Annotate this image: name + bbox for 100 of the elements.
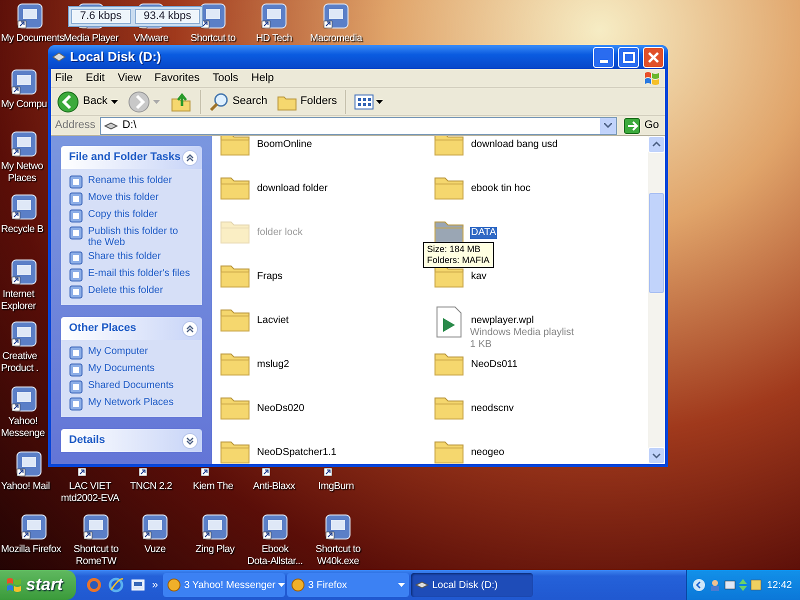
- program-icon: [10, 258, 38, 286]
- taskbar-button[interactable]: 3 Yahoo! Messenger: [163, 573, 286, 597]
- maximize-button[interactable]: [618, 46, 639, 68]
- network-icon: [724, 579, 736, 591]
- desktop-icon-label[interactable]: TNCN 2.2: [130, 481, 172, 493]
- task-icon: [69, 175, 83, 189]
- desktop-icon-label[interactable]: Media Player: [64, 33, 118, 45]
- desktop-icon-label[interactable]: Shortcut to: [190, 33, 236, 45]
- file-name[interactable]: kav: [470, 271, 488, 283]
- desktop-icon-label[interactable]: LAC VIET mtd2002-EVA: [60, 481, 120, 505]
- browser-e-icon: [108, 577, 124, 593]
- task-link[interactable]: My Computer: [88, 346, 148, 357]
- desktop-icon-label[interactable]: VMware: [134, 33, 168, 45]
- task-link[interactable]: Move this folder: [88, 192, 159, 203]
- file-name[interactable]: neodscnv: [470, 403, 515, 415]
- shortcut-arrow-icon: [201, 468, 209, 476]
- file-size: 1 KB: [470, 339, 493, 351]
- close-button[interactable]: [643, 46, 664, 68]
- taskbar-button[interactable]: Local Disk (D:): [411, 573, 534, 597]
- minimize-icon: [600, 60, 608, 62]
- file-name[interactable]: DATA: [470, 227, 498, 239]
- file-name[interactable]: ebook tin hoc: [470, 183, 532, 195]
- task-link[interactable]: My Network Places: [88, 397, 174, 408]
- task-link[interactable]: Shared Documents: [88, 380, 174, 391]
- task-link[interactable]: Publish this folder to the Web: [88, 226, 194, 248]
- program-icon: [260, 2, 288, 30]
- forward-button[interactable]: [126, 88, 162, 114]
- desktop-icon-label[interactable]: ImgBurn: [318, 481, 354, 493]
- drive-icon: [52, 52, 66, 62]
- desktop-icon-label[interactable]: My Compu: [0, 99, 47, 111]
- minimize-button[interactable]: [593, 46, 614, 68]
- search-icon: [209, 92, 230, 112]
- desktop-icon-label[interactable]: My Netwo Places: [0, 161, 44, 185]
- task-icon: [69, 397, 83, 411]
- file-name[interactable]: neogeo: [470, 447, 506, 459]
- file-name[interactable]: Lacviet: [256, 315, 290, 327]
- desktop-icon-label[interactable]: Anti-Blaxx: [252, 481, 295, 493]
- file-name[interactable]: NeoDs011: [470, 359, 519, 371]
- desktop-icon-label[interactable]: HD Tech: [256, 33, 292, 45]
- file-name[interactable]: Fraps: [256, 271, 284, 283]
- scrollbar[interactable]: [648, 136, 665, 464]
- task-icon: [69, 363, 83, 377]
- shortcut-arrow-icon: [324, 468, 332, 476]
- desktop-icon-label[interactable]: Yahoo! Messenge: [0, 416, 45, 440]
- program-icon: [201, 513, 229, 541]
- dropdown-button[interactable]: [600, 118, 616, 134]
- scroll-thumb[interactable]: [649, 193, 664, 293]
- program-icon: [322, 2, 350, 30]
- file-name[interactable]: download bang usd: [470, 139, 559, 151]
- task-link[interactable]: E-mail this folder's files: [88, 268, 190, 279]
- desktop-icon-label[interactable]: My Documents: [0, 33, 64, 45]
- person-icon: [708, 579, 721, 591]
- task-link[interactable]: Delete this folder: [88, 285, 164, 296]
- folders-button[interactable]: Folders: [275, 88, 340, 114]
- desktop-icon-label[interactable]: Ebook Dota-Allstar...: [247, 544, 303, 568]
- panel-header[interactable]: Other Places: [61, 317, 202, 340]
- menu-item[interactable]: Help: [251, 70, 274, 86]
- program-icon: [16, 2, 44, 30]
- file-name[interactable]: NeoDs020: [256, 403, 306, 415]
- file-name[interactable]: newplayer.wpl: [470, 315, 535, 327]
- task-link[interactable]: Share this folder: [88, 251, 161, 262]
- file-name[interactable]: NeoDSpatcher1.1: [256, 447, 338, 459]
- desktop-icon-label[interactable]: Internet Explorer: [0, 289, 36, 313]
- program-icon: [15, 450, 43, 478]
- menu-item[interactable]: Favorites: [154, 70, 200, 86]
- file-type: Windows Media playlist: [470, 327, 574, 339]
- windows-logo-icon: [6, 577, 22, 593]
- menu-item[interactable]: View: [118, 70, 142, 86]
- menu-item[interactable]: File: [55, 70, 73, 86]
- taskbar-button[interactable]: 3 Firefox: [287, 573, 410, 597]
- desktop-icon-label[interactable]: Vuze: [144, 544, 166, 556]
- search-button[interactable]: Search: [207, 88, 270, 114]
- task-link[interactable]: My Documents: [88, 363, 155, 374]
- menu-item[interactable]: Edit: [86, 70, 105, 86]
- caret-icon: [153, 100, 160, 104]
- desktop-icon-label[interactable]: Creative Product .: [0, 351, 38, 375]
- file-name[interactable]: mslug2: [256, 359, 290, 371]
- desktop-icon-label[interactable]: Kiem The: [192, 481, 234, 493]
- desktop-icon-label[interactable]: Shortcut to W40k.exe: [315, 544, 361, 568]
- task-link[interactable]: Copy this folder: [88, 209, 158, 220]
- program-icon: [324, 513, 352, 541]
- desktop-icon-label[interactable]: Shortcut to RomeTW: [73, 544, 119, 568]
- desktop-icon-label[interactable]: Yahoo! Mail: [0, 481, 50, 493]
- address-field[interactable]: D:\: [100, 116, 618, 134]
- desktop-icon-label[interactable]: Recycle B: [0, 224, 44, 236]
- task-link[interactable]: Rename this folder: [88, 175, 172, 186]
- maximize-icon: [622, 52, 634, 62]
- program-icon: [141, 513, 169, 541]
- go-button[interactable]: Go: [622, 117, 661, 134]
- program-icon: [199, 2, 227, 30]
- panel-header[interactable]: Details: [61, 429, 202, 452]
- desktop-icon-label[interactable]: Mozilla Firefox: [0, 544, 61, 556]
- file-name[interactable]: BoomOnline: [256, 139, 314, 151]
- overflow-chevron[interactable]: »: [152, 576, 158, 594]
- file-name[interactable]: download folder: [256, 183, 329, 195]
- back-button[interactable]: Back: [55, 88, 120, 114]
- desktop-icon-label[interactable]: Zing Play: [196, 544, 234, 556]
- menu-item[interactable]: Tools: [212, 70, 238, 86]
- program-icon: [10, 68, 38, 96]
- panel-header[interactable]: File and Folder Tasks: [61, 146, 202, 169]
